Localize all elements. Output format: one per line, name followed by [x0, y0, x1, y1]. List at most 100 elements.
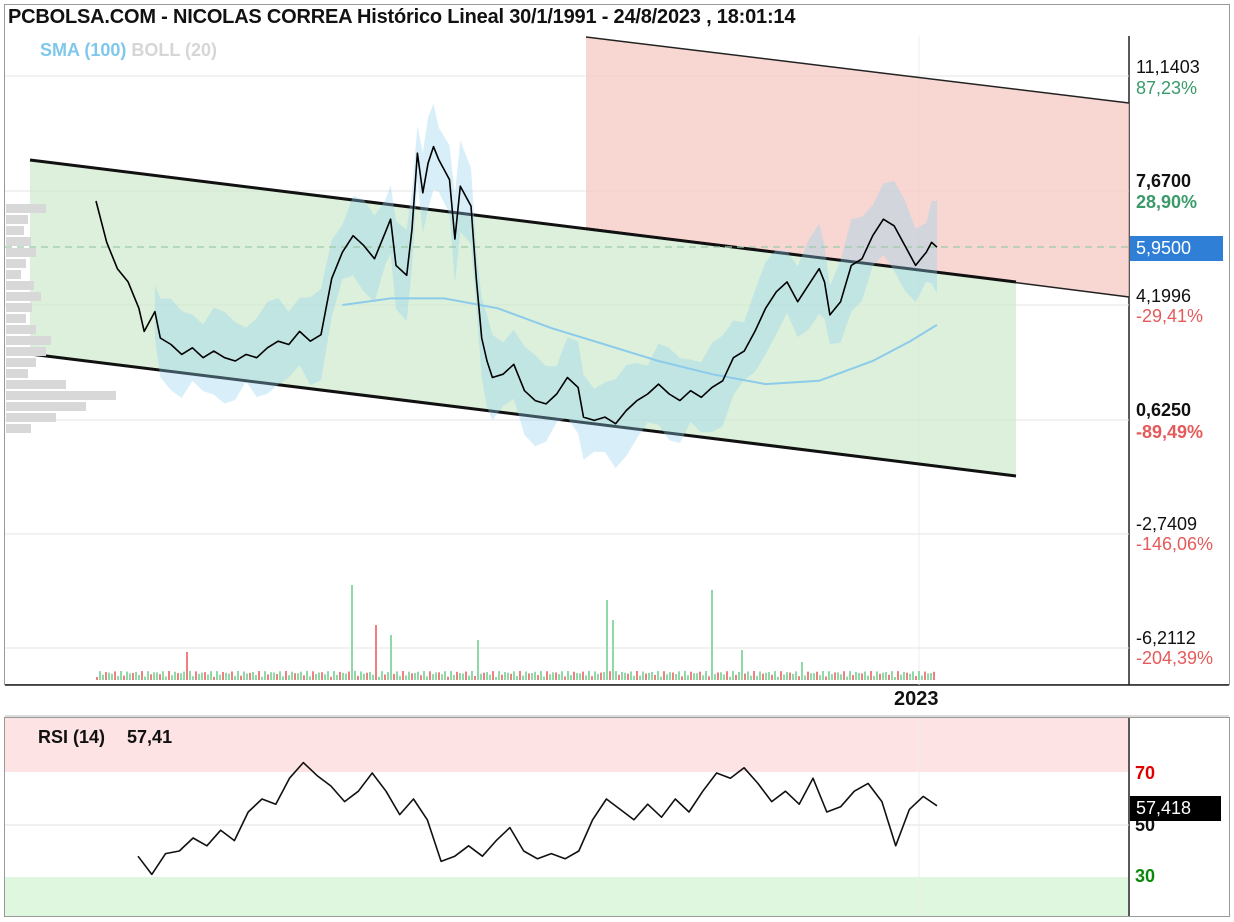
- volume-bar: [888, 674, 890, 680]
- volume-bar: [513, 671, 515, 680]
- volume-bar: [255, 674, 257, 680]
- volume-bar: [219, 674, 221, 680]
- volume-bar: [543, 676, 545, 680]
- volume-bar: [210, 671, 212, 680]
- volume-profile-bar: [6, 259, 26, 268]
- volume-bar: [633, 675, 635, 680]
- volume-bar: [174, 671, 176, 680]
- volume-bar: [231, 671, 233, 680]
- volume-bar: [660, 676, 662, 680]
- volume-bar: [696, 673, 698, 680]
- price-pct-1: 28,90%: [1136, 192, 1198, 212]
- volume-bar: [597, 673, 599, 680]
- volume-bar: [213, 676, 215, 680]
- volume-bar: [840, 674, 842, 680]
- volume-bar: [462, 673, 464, 680]
- volume-bar: [153, 672, 155, 680]
- volume-bar: [354, 671, 356, 680]
- volume-bar: [192, 676, 194, 680]
- volume-bar: [453, 675, 455, 680]
- volume-bar: [780, 671, 782, 680]
- volume-bar: [807, 671, 809, 680]
- volume-bar: [792, 673, 794, 680]
- volume-bar: [735, 674, 737, 680]
- volume-bar: [564, 676, 566, 680]
- volume-bar: [777, 676, 779, 680]
- volume-bar: [348, 671, 350, 680]
- volume-bar: [681, 676, 683, 680]
- volume-profile-bar: [6, 369, 28, 378]
- volume-bar: [909, 673, 911, 680]
- volume-bar: [363, 673, 365, 680]
- volume-bar: [321, 672, 323, 680]
- volume-bar: [312, 671, 314, 680]
- volume-bar: [150, 674, 152, 680]
- volume-bar: [834, 672, 836, 680]
- volume-bar: [327, 671, 329, 680]
- volume-bar: [444, 671, 446, 680]
- volume-bar: [330, 676, 332, 680]
- rsi-value: 57,41: [127, 727, 173, 747]
- volume-bar: [861, 673, 863, 680]
- volume-bar: [297, 673, 299, 680]
- volume-bar: [621, 671, 623, 680]
- volume-bar: [351, 585, 353, 680]
- volume-bar: [897, 671, 899, 680]
- volume-bar: [837, 672, 839, 680]
- price-pct-2: -29,41%: [1136, 306, 1204, 326]
- volume-bar: [858, 672, 860, 680]
- volume-bar: [759, 671, 761, 680]
- volume-profile-bar: [6, 237, 31, 246]
- volume-bar: [756, 675, 758, 680]
- volume-bar: [558, 674, 560, 680]
- volume-bar: [162, 671, 164, 680]
- volume-bar: [120, 671, 122, 680]
- volume-bar: [384, 674, 386, 680]
- volume-bar: [753, 671, 755, 680]
- volume-bar: [636, 671, 638, 680]
- rsi-title: RSI (14) 57,41: [38, 727, 194, 748]
- volume-bar: [480, 673, 482, 680]
- price-tick-2: 4,1996: [1136, 286, 1192, 306]
- volume-bar: [267, 674, 269, 680]
- price-tick-1: 7,6700: [1136, 171, 1192, 191]
- volume-bar: [534, 671, 536, 680]
- volume-bar: [726, 671, 728, 680]
- volume-bar: [306, 671, 308, 680]
- volume-bar: [291, 671, 293, 680]
- volume-bar: [222, 671, 224, 680]
- volume-bar: [108, 672, 110, 680]
- volume-bar: [729, 676, 731, 680]
- volume-bar: [333, 671, 335, 680]
- volume-bar: [594, 671, 596, 680]
- volume-bar: [468, 675, 470, 680]
- volume-bar: [615, 671, 617, 680]
- volume-bar: [492, 671, 494, 680]
- volume-bar: [645, 673, 647, 680]
- volume-bar: [114, 671, 116, 680]
- volume-bar: [813, 673, 815, 680]
- volume-bar: [648, 672, 650, 680]
- volume-bar: [282, 676, 284, 680]
- volume-profile-bar: [6, 336, 51, 345]
- volume-bar: [420, 675, 422, 680]
- volume-bar: [915, 676, 917, 680]
- volume-bar: [99, 671, 101, 680]
- volume-bar: [585, 675, 587, 680]
- volume-bar: [684, 671, 686, 680]
- volume-bar: [522, 675, 524, 680]
- volume-bar: [561, 671, 563, 680]
- price-tick-5: -6,2112: [1136, 628, 1196, 648]
- price-chart: [5, 36, 1229, 916]
- volume-bar: [528, 673, 530, 680]
- volume-bar: [789, 672, 791, 680]
- volume-profile-bar: [6, 270, 21, 279]
- rsi-current-badge: 57,418: [1130, 796, 1221, 821]
- volume-bar: [189, 671, 191, 680]
- volume-bar: [207, 674, 209, 680]
- volume-bar: [186, 652, 188, 680]
- volume-bar: [435, 672, 437, 680]
- volume-bar: [342, 672, 344, 680]
- volume-bar: [720, 672, 722, 680]
- volume-bar: [708, 676, 710, 680]
